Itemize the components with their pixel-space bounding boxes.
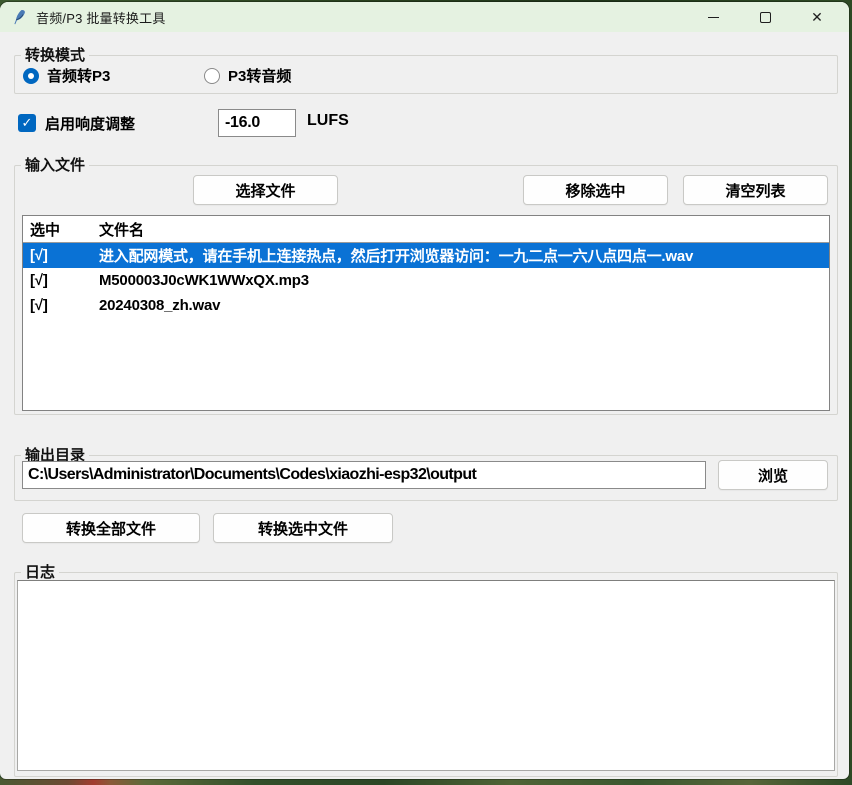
clear-list-button[interactable]: 清空列表 <box>683 175 828 205</box>
table-row[interactable]: [√] 20240308_zh.wav <box>23 293 829 318</box>
file-table-header: 选中 文件名 <box>23 216 829 243</box>
lufs-unit-label: LUFS <box>307 112 349 130</box>
lufs-value-input[interactable] <box>218 109 296 137</box>
close-icon: ✕ <box>811 10 823 24</box>
close-button[interactable]: ✕ <box>791 2 843 32</box>
mode-groupbox: 转换模式 音频转P3 P3转音频 <box>14 55 838 94</box>
select-files-button[interactable]: 选择文件 <box>193 175 338 205</box>
input-files-groupbox: 输入文件 选择文件 移除选中 清空列表 选中 文件名 [√] 进入配网模式，请在… <box>14 165 838 415</box>
radio-label: P3转音频 <box>228 65 291 86</box>
remove-selected-button[interactable]: 移除选中 <box>523 175 668 205</box>
loudness-checkbox[interactable]: ✓ <box>18 114 36 132</box>
app-feather-icon <box>11 9 27 25</box>
table-row[interactable]: [√] M500003J0cWK1WWxQX.mp3 <box>23 268 829 293</box>
radio-selected-icon <box>23 68 39 84</box>
minimize-button[interactable] <box>687 2 739 32</box>
minimize-icon <box>708 17 719 18</box>
browse-button[interactable]: 浏览 <box>718 460 828 490</box>
radio-audio-to-p3[interactable]: 音频转P3 <box>23 65 110 86</box>
column-header-checked[interactable]: 选中 <box>23 216 95 242</box>
output-path-input[interactable] <box>22 461 706 489</box>
loudness-row: ✓ 启用响度调整 LUFS <box>0 108 849 138</box>
row-checked-cell: [√] <box>23 272 95 289</box>
input-group-label: 输入文件 <box>21 155 89 176</box>
app-window: 音频/P3 批量转换工具 ✕ 转换模式 音频转P3 P3转音频 <box>0 2 849 779</box>
window-controls: ✕ <box>687 2 843 32</box>
desktop-background: 音频/P3 批量转换工具 ✕ 转换模式 音频转P3 P3转音频 <box>0 0 852 785</box>
row-checked-cell: [√] <box>23 297 95 314</box>
column-header-filename[interactable]: 文件名 <box>95 216 829 242</box>
convert-selected-button[interactable]: 转换选中文件 <box>213 513 393 543</box>
table-row[interactable]: [√] 进入配网模式，请在手机上连接热点，然后打开浏览器访问：一九二点一六八点四… <box>23 243 829 268</box>
radio-label: 音频转P3 <box>47 65 110 86</box>
row-filename-cell: 20240308_zh.wav <box>95 297 829 314</box>
log-textarea[interactable] <box>17 580 835 771</box>
row-filename-cell: M500003J0cWK1WWxQX.mp3 <box>95 272 829 289</box>
file-list-table: 选中 文件名 [√] 进入配网模式，请在手机上连接热点，然后打开浏览器访问：一九… <box>22 215 830 411</box>
mode-group-label: 转换模式 <box>21 45 89 66</box>
loudness-checkbox-label: 启用响度调整 <box>45 113 135 134</box>
maximize-button[interactable] <box>739 2 791 32</box>
row-filename-cell: 进入配网模式，请在手机上连接热点，然后打开浏览器访问：一九二点一六八点四点一.w… <box>95 245 829 266</box>
radio-unselected-icon <box>204 68 220 84</box>
convert-all-button[interactable]: 转换全部文件 <box>22 513 200 543</box>
row-checked-cell: [√] <box>23 247 95 264</box>
window-body: 转换模式 音频转P3 P3转音频 ✓ 启用响度调整 LUFS 输入文件 <box>0 32 849 779</box>
output-dir-groupbox: 输出目录 浏览 <box>14 455 838 501</box>
maximize-icon <box>760 12 771 23</box>
window-title: 音频/P3 批量转换工具 <box>36 8 166 27</box>
radio-p3-to-audio[interactable]: P3转音频 <box>204 65 291 86</box>
log-groupbox: 日志 <box>14 572 838 777</box>
titlebar[interactable]: 音频/P3 批量转换工具 ✕ <box>0 2 849 32</box>
